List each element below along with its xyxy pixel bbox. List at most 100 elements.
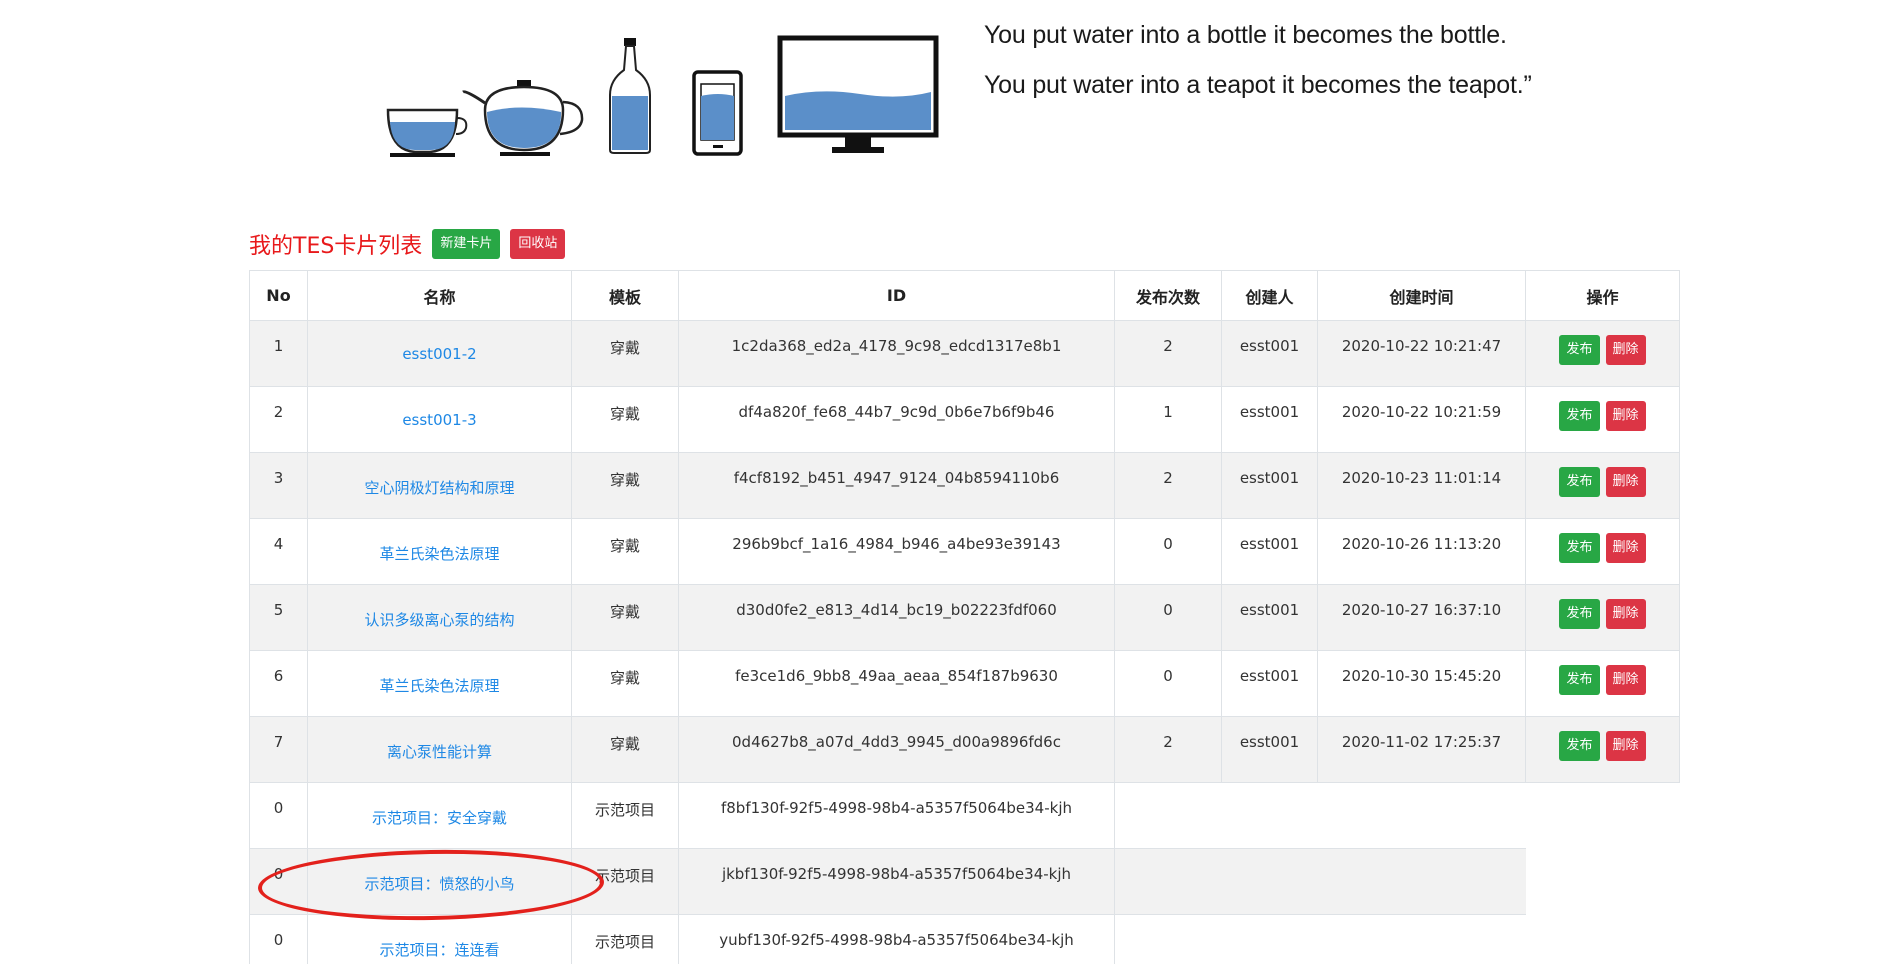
publish-button[interactable]: 发布 [1559,533,1600,563]
bottle-icon [609,38,651,154]
demo-row: 0 示范项目：连连看 示范项目 yubf130f-92f5-4998-98b4-… [249,914,1680,964]
cell-created-time: 2020-11-02 17:25:37 [1317,716,1526,783]
cell-no: 0 [249,848,308,915]
cell-template: 穿戴 [571,650,679,717]
cell-id: df4a820f_fe68_44b7_9c9d_0b6e7b6f9b46 [678,386,1115,453]
cup-icon [386,108,468,157]
quote-text: You put water into a bottle it becomes t… [984,10,1532,110]
demo-row: 0 示范项目：愤怒的小鸟 示范项目 jkbf130f-92f5-4998-98b… [249,848,1680,915]
publish-button[interactable]: 发布 [1559,731,1600,761]
card-name-link[interactable]: 离心泵性能计算 [387,741,492,762]
empty-cell [1525,782,1680,849]
delete-button[interactable]: 删除 [1605,401,1646,431]
list-header: 我的TES卡片列表 新建卡片 回收站 [249,224,575,264]
column-header-creator: 创建人 [1221,270,1318,321]
page-title: 我的TES卡片列表 [249,234,423,259]
empty-cell [1114,782,1526,849]
publish-button[interactable]: 发布 [1559,467,1600,497]
table-row: 7 离心泵性能计算 穿戴 0d4627b8_a07d_4dd3_9945_d00… [249,716,1680,783]
card-table: No 名称 模板 ID 发布次数 创建人 创建时间 操作 1 esst001-2… [249,270,1680,964]
cell-created-time: 2020-10-27 16:37:10 [1317,584,1526,651]
cell-template: 示范项目 [571,914,679,964]
demo-name-link[interactable]: 示范项目：安全穿戴 [372,807,507,828]
cell-created-time: 2020-10-23 11:01:14 [1317,452,1526,519]
card-name-link[interactable]: 革兰氏染色法原理 [379,675,499,696]
cell-actions: 发布 删除 [1525,386,1680,453]
table-row: 2 esst001-3 穿戴 df4a820f_fe68_44b7_9c9d_0… [249,386,1680,453]
cell-creator: esst001 [1221,320,1318,387]
table-header-row: No 名称 模板 ID 发布次数 创建人 创建时间 操作 [249,270,1680,321]
cell-creator: esst001 [1221,386,1318,453]
water-illustration [370,0,940,165]
cell-actions: 发布 删除 [1525,452,1680,519]
card-name-link[interactable]: esst001-2 [402,345,476,363]
publish-button[interactable]: 发布 [1559,401,1600,431]
delete-button[interactable]: 删除 [1605,533,1646,563]
table-row: 4 革兰氏染色法原理 穿戴 296b9bcf_1a16_4984_b946_a4… [249,518,1680,585]
cell-publish-count: 0 [1114,518,1222,585]
cell-id: f8bf130f-92f5-4998-98b4-a5357f5064be34-k… [678,782,1115,849]
publish-button[interactable]: 发布 [1559,665,1600,695]
empty-cell [1525,914,1680,964]
empty-cell [1525,848,1680,915]
card-name-link[interactable]: 革兰氏染色法原理 [379,543,499,564]
cell-template: 示范项目 [571,848,679,915]
delete-button[interactable]: 删除 [1605,731,1646,761]
cell-creator: esst001 [1221,584,1318,651]
cell-actions: 发布 删除 [1525,650,1680,717]
cell-actions: 发布 删除 [1525,716,1680,783]
cell-template: 穿戴 [571,320,679,387]
cell-template: 穿戴 [571,518,679,585]
delete-button[interactable]: 删除 [1605,335,1646,365]
delete-button[interactable]: 删除 [1605,467,1646,497]
cell-template: 穿戴 [571,386,679,453]
card-name-link[interactable]: esst001-3 [402,411,476,429]
cell-created-time: 2020-10-26 11:13:20 [1317,518,1526,585]
new-card-button[interactable]: 新建卡片 [432,229,501,259]
cell-template: 穿戴 [571,584,679,651]
cell-id: fe3ce1d6_9bb8_49aa_aeaa_854f187b9630 [678,650,1115,717]
column-header-id: ID [678,270,1115,321]
cell-id: 296b9bcf_1a16_4984_b946_a4be93e39143 [678,518,1115,585]
teapot-icon [462,80,584,156]
recycle-bin-button[interactable]: 回收站 [510,229,566,259]
cell-publish-count: 2 [1114,320,1222,387]
column-header-no: No [249,270,308,321]
card-name-link[interactable]: 空心阴极灯结构和原理 [364,477,514,498]
cell-creator: esst001 [1221,518,1318,585]
column-header-publish-count: 发布次数 [1114,270,1222,321]
delete-button[interactable]: 删除 [1605,665,1646,695]
column-header-created-time: 创建时间 [1317,270,1526,321]
demo-name-link[interactable]: 示范项目：连连看 [379,939,499,960]
cell-id: f4cf8192_b451_4947_9124_04b8594110b6 [678,452,1115,519]
delete-button[interactable]: 删除 [1605,599,1646,629]
cell-creator: esst001 [1221,452,1318,519]
table-row: 6 革兰氏染色法原理 穿戴 fe3ce1d6_9bb8_49aa_aeaa_85… [249,650,1680,717]
cell-created-time: 2020-10-30 15:45:20 [1317,650,1526,717]
phone-icon [692,70,743,156]
publish-button[interactable]: 发布 [1559,599,1600,629]
cell-no: 3 [249,452,308,519]
cell-actions: 发布 删除 [1525,320,1680,387]
cell-publish-count: 0 [1114,584,1222,651]
quote-line-2: You put water into a teapot it becomes t… [984,71,1532,99]
cell-created-time: 2020-10-22 10:21:59 [1317,386,1526,453]
cell-id: d30d0fe2_e813_4d14_bc19_b02223fdf060 [678,584,1115,651]
cell-no: 0 [249,914,308,964]
cell-template: 示范项目 [571,782,679,849]
publish-button[interactable]: 发布 [1559,335,1600,365]
demo-name-link[interactable]: 示范项目：愤怒的小鸟 [364,873,514,894]
cell-actions: 发布 删除 [1525,518,1680,585]
cell-no: 0 [249,782,308,849]
column-header-actions: 操作 [1525,270,1680,321]
card-name-link[interactable]: 认识多级离心泵的结构 [364,609,514,630]
cell-id: jkbf130f-92f5-4998-98b4-a5357f5064be34-k… [678,848,1115,915]
column-header-template: 模板 [571,270,679,321]
cell-publish-count: 1 [1114,386,1222,453]
table-row: 5 认识多级离心泵的结构 穿戴 d30d0fe2_e813_4d14_bc19_… [249,584,1680,651]
cell-no: 1 [249,320,308,387]
empty-cell [1114,848,1526,915]
cell-id: 0d4627b8_a07d_4dd3_9945_d00a9896fd6c [678,716,1115,783]
cell-id: yubf130f-92f5-4998-98b4-a5357f5064be34-k… [678,914,1115,964]
table-row: 1 esst001-2 穿戴 1c2da368_ed2a_4178_9c98_e… [249,320,1680,387]
